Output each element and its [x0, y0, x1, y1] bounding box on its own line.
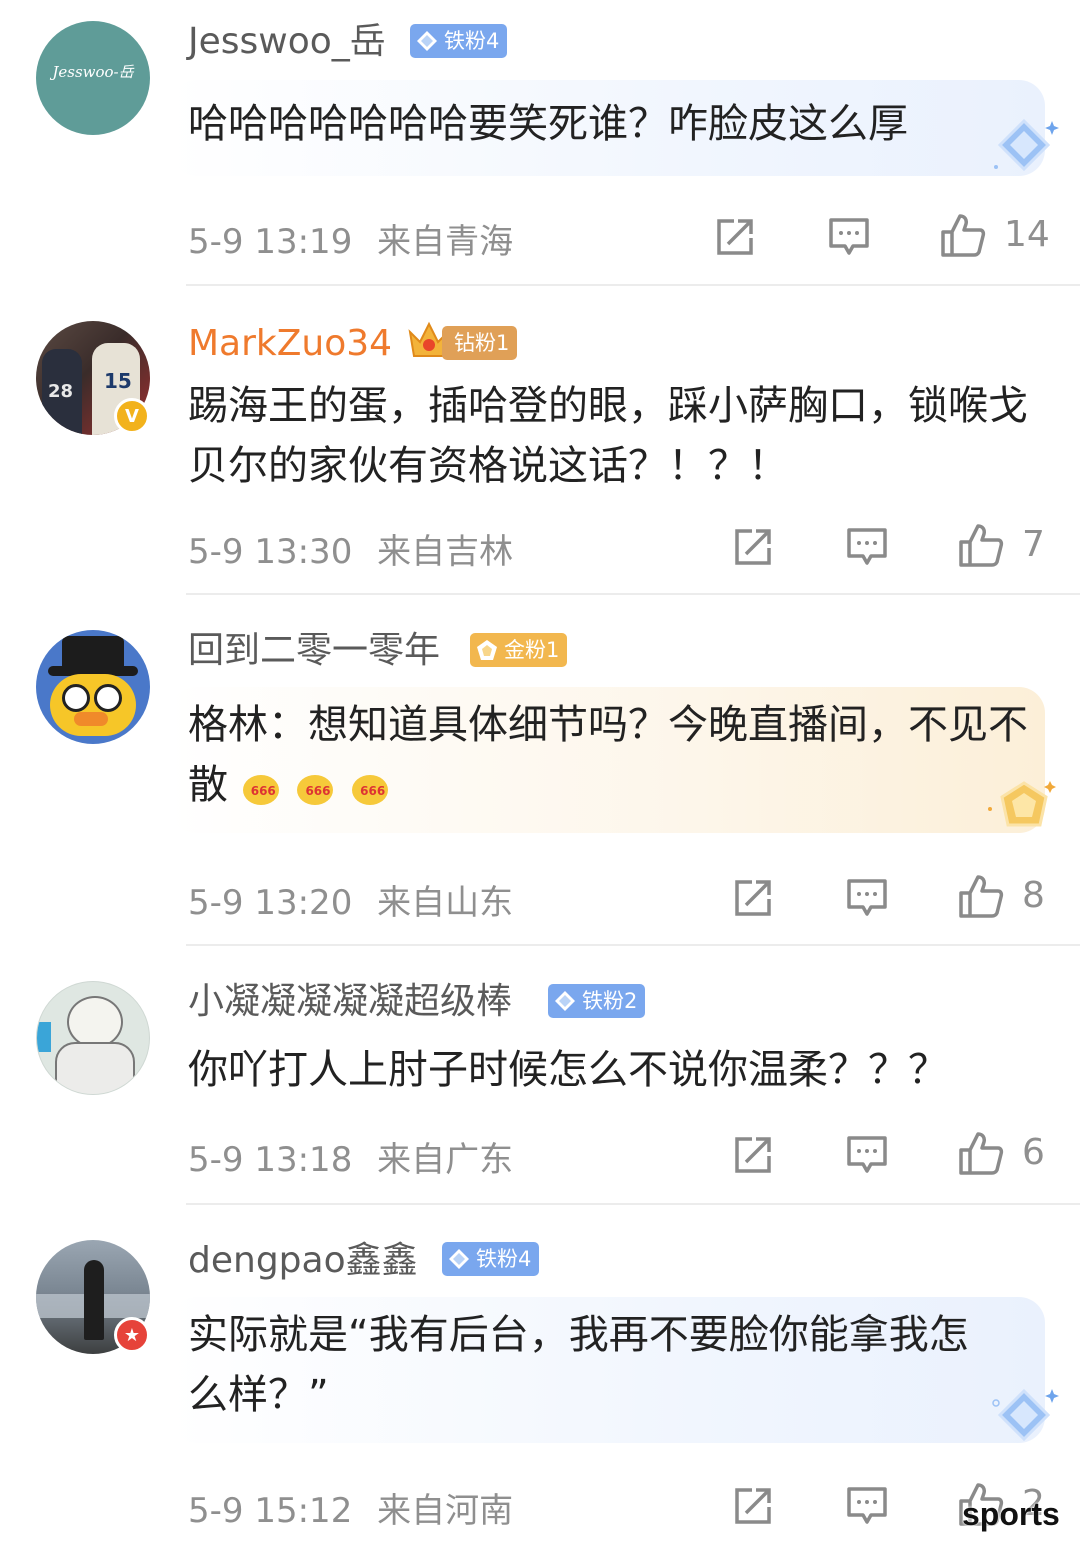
avatar-jersey-left: 28 [48, 381, 74, 402]
red-star-badge-icon: ★ [114, 1317, 150, 1353]
comment-meta: 5-9 15:12 来自河南 [188, 1483, 513, 1532]
comment-text: 你吖打人上肘子时候怎么不说你温柔？？？ [188, 1047, 948, 1093]
comment-item: Jesswoo-岳 Jesswoo_岳 铁粉4 哈哈哈哈哈哈哈要笑死谁？咋脸皮这… [0, 0, 1080, 285]
share-icon[interactable] [732, 877, 774, 919]
share-icon[interactable] [732, 1134, 774, 1176]
comment-icon[interactable] [828, 216, 870, 258]
avatar-sketch-accent [37, 1022, 51, 1052]
comment-time: 5-9 15:12 [188, 1491, 353, 1531]
gold-gem-decoration-icon [988, 781, 1056, 827]
comment-meta: 5-9 13:19 来自青海 [188, 214, 513, 263]
share-icon[interactable] [732, 526, 774, 568]
comment-location: 来自青海 [377, 222, 514, 262]
username[interactable]: 回到二零一零年 [188, 629, 440, 673]
fan-badge: 钻粉1 [442, 326, 518, 360]
comment-text: 踢海王的蛋，插哈登的眼，踩小萨胸口，锁喉戈贝尔的家伙有资格说这话？！？！ [188, 383, 1028, 489]
like-count: 6 [1022, 1132, 1045, 1173]
comment-meta: 5-9 13:20 来自山东 [188, 875, 513, 924]
share-icon[interactable] [732, 1485, 774, 1527]
comment-time: 5-9 13:18 [188, 1140, 353, 1180]
comment-icon[interactable] [846, 1134, 888, 1176]
fan-badge: 铁粉4 [410, 24, 508, 58]
avatar[interactable]: Jesswoo-岳 [36, 21, 150, 135]
diamond-gem-icon [555, 991, 575, 1011]
share-icon[interactable] [714, 216, 756, 258]
like-icon[interactable] [958, 522, 1004, 568]
verified-badge-icon: V [114, 398, 150, 434]
diamond-decoration-icon [994, 118, 1059, 172]
comment-location: 来自山东 [377, 883, 514, 923]
comment-item: 小凝凝凝凝凝超级棒 铁粉2 你吖打人上肘子时候怎么不说你温柔？？？ 5-9 13… [0, 946, 1080, 1204]
emoji-group: 666 666 666 [228, 762, 392, 808]
like-icon[interactable] [958, 873, 1004, 919]
comment-icon[interactable] [846, 526, 888, 568]
comment-location: 来自吉林 [377, 532, 514, 572]
avatar[interactable] [36, 981, 150, 1095]
fan-badge: 铁粉4 [442, 1242, 540, 1276]
avatar-sketch-head [67, 996, 123, 1048]
avatar-person [84, 1260, 104, 1340]
diamond-gem-icon [449, 1249, 469, 1269]
like-icon[interactable] [940, 212, 986, 258]
gold-gem-icon [477, 640, 497, 660]
thinking-666-emoji: 666 [295, 767, 337, 807]
avatar-jersey-right: 15 [104, 369, 132, 393]
thinking-666-emoji: 666 [241, 767, 283, 807]
like-count: 7 [1022, 524, 1045, 565]
fan-badge: 铁粉2 [548, 984, 646, 1018]
avatar-eye-left [62, 684, 90, 712]
comment-item: ★ dengpao鑫鑫 铁粉4 实际就是“我有后台，我再不要脸你能拿我怎么样？”… [0, 1205, 1080, 1548]
fan-badge: 金粉1 [470, 633, 568, 667]
avatar-eye-right [94, 684, 122, 712]
comment-text: 实际就是“我有后台，我再不要脸你能拿我怎么样？” [188, 1312, 969, 1418]
avatar[interactable] [36, 630, 150, 744]
comment-location: 来自广东 [377, 1140, 514, 1180]
avatar-sketch-body [55, 1042, 135, 1094]
like-count: 8 [1022, 875, 1045, 916]
comment-icon[interactable] [846, 877, 888, 919]
like-count: 14 [1004, 214, 1050, 255]
username[interactable]: 小凝凝凝凝凝超级棒 [188, 980, 512, 1024]
like-icon[interactable] [958, 1130, 1004, 1176]
comment-meta: 5-9 13:18 来自广东 [188, 1132, 513, 1181]
diamond-gem-icon [417, 31, 437, 51]
username[interactable]: dengpao鑫鑫 [188, 1239, 418, 1283]
avatar-beak [74, 712, 108, 726]
thinking-666-emoji: 666 [350, 767, 392, 807]
comment-item: 28 15 V MarkZuo34 钻粉1 踢海王的蛋，插哈登的眼，踩小萨胸口，… [0, 286, 1080, 594]
username[interactable]: MarkZuo34 [188, 322, 392, 366]
comment-time: 5-9 13:20 [188, 883, 353, 923]
avatar-hat [62, 636, 124, 670]
avatar-logo-text: Jesswoo-岳 [52, 63, 134, 81]
comment-text: 哈哈哈哈哈哈哈要笑死谁？咋脸皮这么厚 [188, 101, 908, 147]
comment-time: 5-9 13:30 [188, 532, 353, 572]
diamond-decoration-icon [992, 1388, 1059, 1442]
comment-time: 5-9 13:19 [188, 222, 353, 262]
comment-location: 来自河南 [377, 1491, 514, 1531]
comment-text: 格林：想知道具体细节吗？今晚直播间，不见不散 666 666 666 [188, 702, 1028, 808]
username[interactable]: Jesswoo_岳 [188, 20, 386, 64]
comment-item: 回到二零一零年 金粉1 格林：想知道具体细节吗？今晚直播间，不见不散 666 6… [0, 595, 1080, 945]
comment-icon[interactable] [846, 1485, 888, 1527]
comment-meta: 5-9 13:30 来自吉林 [188, 524, 513, 573]
watermark-text: sports [962, 1496, 1060, 1532]
